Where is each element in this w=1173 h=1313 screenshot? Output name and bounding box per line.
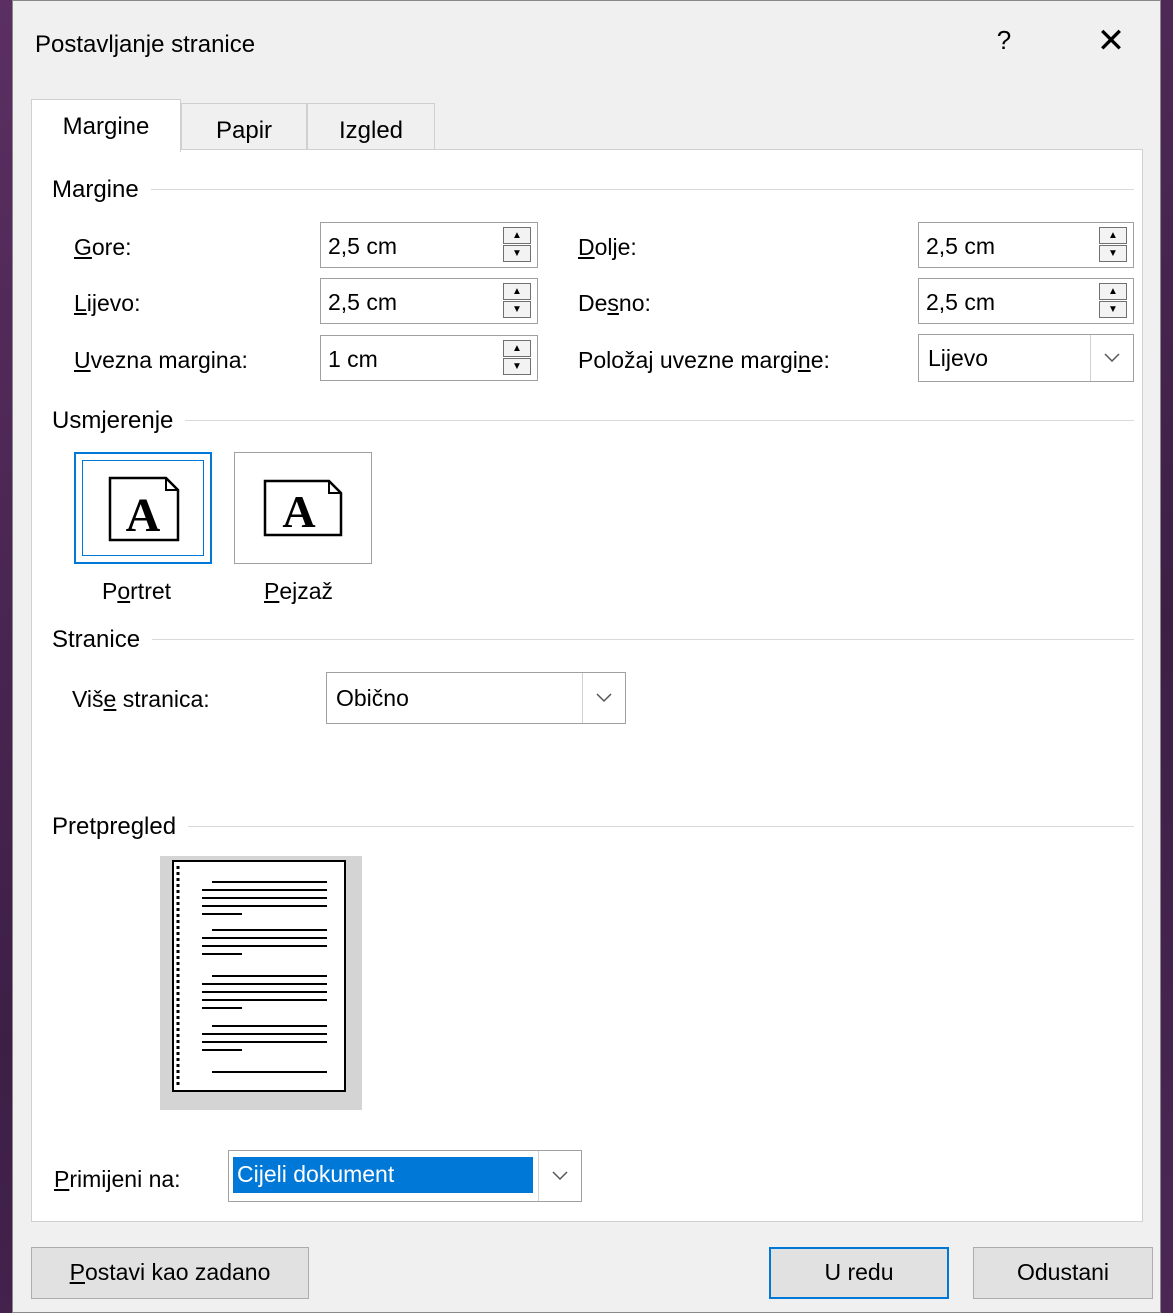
ok-button[interactable]: U redu: [769, 1247, 949, 1299]
tab-margine[interactable]: Margine: [31, 99, 181, 152]
cancel-button[interactable]: Odustani: [973, 1247, 1153, 1299]
group-divider: [52, 420, 1134, 421]
landscape-option[interactable]: A: [234, 452, 372, 564]
right-margin-spinner[interactable]: ▲ ▼: [918, 278, 1134, 325]
svg-text:A: A: [282, 486, 315, 537]
top-margin-spinner[interactable]: ▲ ▼: [320, 222, 538, 269]
group-divider: [52, 826, 1134, 827]
chevron-down-icon[interactable]: [1090, 335, 1133, 381]
bottom-margin-label: Dolje:: [578, 234, 637, 260]
gutter-position-label: Položaj uvezne margine:: [578, 347, 830, 373]
left-margin-input[interactable]: [321, 279, 500, 325]
preview-area: [160, 856, 362, 1110]
gutter-position-value: Lijevo: [928, 345, 989, 371]
group-divider: [52, 189, 1134, 190]
spin-down-icon[interactable]: ▼: [1099, 301, 1127, 318]
tab-label: Papir: [215, 117, 273, 144]
preview-group-label: Pretpregled: [52, 813, 189, 841]
landscape-page-icon: A: [263, 479, 343, 537]
chevron-down-icon[interactable]: [582, 673, 625, 723]
margins-tab-panel: Margine Gore: ▲ ▼ Dolje: ▲ ▼ Lijevo: ▲ ▼: [31, 149, 1143, 1222]
left-margin-spinner[interactable]: ▲ ▼: [320, 278, 538, 325]
portrait-page-icon: A: [108, 476, 180, 542]
spin-up-icon[interactable]: ▲: [1099, 283, 1127, 300]
page-setup-dialog: Postavljanje stranice ? ✕ Margine Papir …: [12, 0, 1161, 1313]
close-icon[interactable]: ✕: [1091, 21, 1131, 61]
top-margin-label: Gore:: [74, 234, 132, 260]
spin-up-icon[interactable]: ▲: [1099, 227, 1127, 244]
portrait-label: Portret: [102, 578, 172, 604]
gutter-spinner[interactable]: ▲ ▼: [320, 335, 538, 382]
svg-text:A: A: [126, 489, 161, 542]
gutter-position-select[interactable]: Lijevo: [918, 334, 1134, 382]
tab-label: Izgled: [338, 117, 404, 144]
left-margin-label: Lijevo:: [74, 290, 141, 316]
dialog-title: Postavljanje stranice: [35, 31, 256, 58]
margins-group-label: Margine: [52, 176, 151, 204]
gutter-label: Uvezna margina:: [74, 347, 248, 373]
gutter-input[interactable]: [321, 336, 500, 382]
spin-down-icon[interactable]: ▼: [503, 301, 531, 318]
spin-down-icon[interactable]: ▼: [503, 245, 531, 262]
tab-label: Margine: [62, 113, 150, 140]
bottom-margin-input[interactable]: [919, 223, 1096, 269]
spin-up-icon[interactable]: ▲: [503, 283, 531, 300]
landscape-label: Pejzaž: [264, 578, 334, 604]
bottom-margin-spinner[interactable]: ▲ ▼: [918, 222, 1134, 269]
multiple-pages-label: Više stranica:: [72, 686, 210, 712]
pages-group-label: Stranice: [52, 626, 153, 654]
group-divider: [52, 639, 1134, 640]
help-icon[interactable]: ?: [989, 25, 1019, 56]
right-margin-input[interactable]: [919, 279, 1096, 325]
apply-to-label: Primijeni na:: [54, 1166, 181, 1192]
tab-papir[interactable]: Papir: [181, 103, 307, 149]
spin-down-icon[interactable]: ▼: [503, 358, 531, 375]
spin-up-icon[interactable]: ▲: [503, 227, 531, 244]
chevron-down-icon[interactable]: [538, 1151, 581, 1201]
apply-to-select[interactable]: Cijeli dokument: [228, 1150, 582, 1202]
set-default-button[interactable]: Postavi kao zadano: [31, 1247, 309, 1299]
right-margin-label: Desno:: [578, 290, 651, 316]
spin-down-icon[interactable]: ▼: [1099, 245, 1127, 262]
apply-to-value: Cijeli dokument: [237, 1161, 395, 1187]
orientation-group-label: Usmjerenje: [52, 407, 186, 435]
multiple-pages-value: Obično: [336, 685, 409, 711]
portrait-option[interactable]: A: [74, 452, 212, 564]
top-margin-input[interactable]: [321, 223, 500, 269]
spin-up-icon[interactable]: ▲: [503, 340, 531, 357]
title-bar: Postavljanje stranice ? ✕: [13, 1, 1160, 89]
multiple-pages-select[interactable]: Obično: [326, 672, 626, 724]
page-preview-icon: [172, 860, 346, 1092]
tab-izgled[interactable]: Izgled: [307, 103, 435, 149]
